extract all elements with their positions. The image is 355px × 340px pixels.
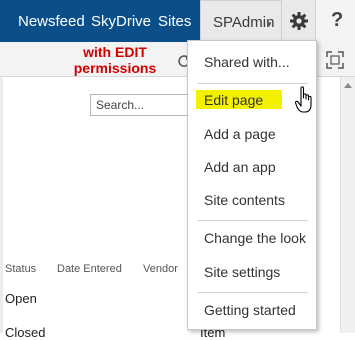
chevron-down-icon: ▾	[267, 19, 272, 29]
column-header-date-entered[interactable]: Date Entered	[57, 263, 122, 275]
menu-item-getting-started[interactable]: Getting started	[204, 302, 296, 318]
help-icon: ?	[331, 9, 344, 31]
menu-separator	[198, 220, 308, 221]
search-input[interactable]: Search...	[90, 94, 198, 116]
help-button[interactable]: ?	[316, 0, 355, 42]
suite-bar: Newsfeed SkyDrive Sites SPAdmin ▾ ?	[0, 0, 355, 42]
row-status-open: Open	[5, 291, 37, 306]
menu-item-site-contents[interactable]: Site contents	[204, 192, 285, 208]
column-header-status[interactable]: Status	[5, 263, 36, 275]
column-header-vendor[interactable]: Vendor	[143, 263, 178, 275]
user-name: SPAdmin	[213, 14, 275, 31]
left-edge	[0, 77, 3, 333]
skydrive-link[interactable]: SkyDrive	[91, 13, 151, 30]
menu-separator	[198, 292, 308, 293]
menu-item-shared-with[interactable]: Shared with...	[204, 54, 290, 70]
scroll-up-arrow-icon[interactable]	[344, 83, 352, 88]
menu-item-site-settings[interactable]: Site settings	[204, 264, 280, 280]
menu-separator	[198, 83, 308, 84]
menu-item-change-the-look[interactable]: Change the look	[204, 230, 306, 246]
hand-cursor-icon	[295, 86, 312, 113]
annotation-text: with EDIT permissions	[73, 44, 157, 76]
newsfeed-link[interactable]: Newsfeed	[18, 13, 85, 30]
gear-icon	[290, 12, 308, 30]
menu-item-edit-page[interactable]: Edit page	[204, 92, 263, 108]
settings-button[interactable]	[282, 0, 316, 42]
focus-icon[interactable]	[326, 51, 344, 69]
menu-item-add-an-app[interactable]: Add an app	[204, 159, 276, 175]
settings-menu: Shared with... Edit page Add a page Add …	[187, 40, 317, 330]
user-menu-button[interactable]: SPAdmin ▾	[200, 0, 282, 42]
vertical-scrollbar[interactable]	[340, 77, 355, 333]
sites-link[interactable]: Sites	[158, 13, 191, 30]
menu-item-add-a-page[interactable]: Add a page	[204, 126, 276, 142]
